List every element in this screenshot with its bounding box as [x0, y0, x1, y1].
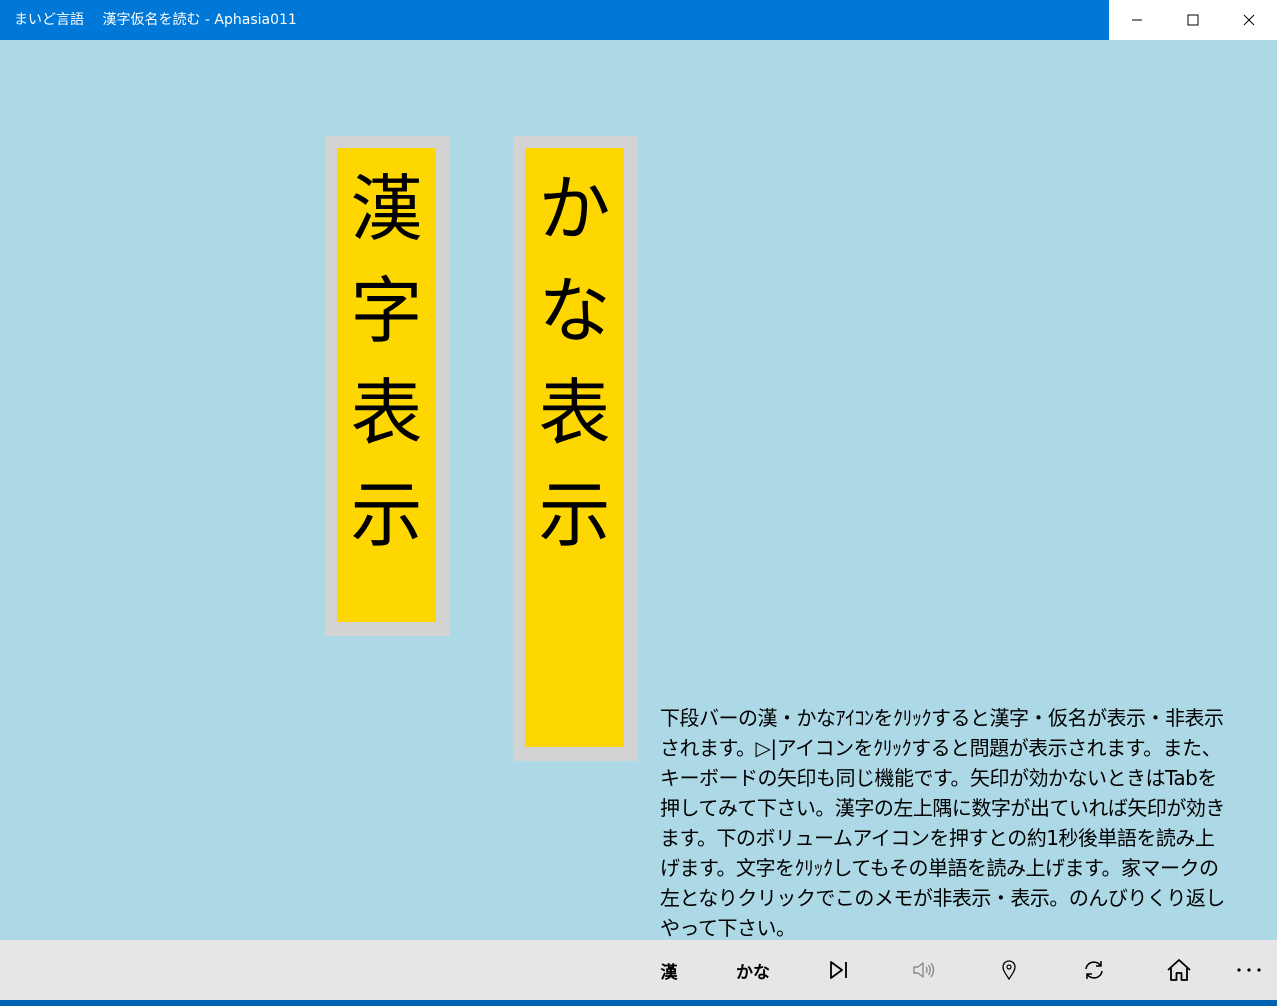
kanji-toggle-label: 漢	[660, 962, 678, 983]
kanji-card[interactable]: 漢 字 表 示	[325, 136, 450, 636]
minimize-icon	[1132, 19, 1142, 21]
bottom-app-bar: 漢 かな	[0, 940, 1277, 1000]
kana-card[interactable]: か な 表 示	[513, 136, 638, 761]
kana-card-char: 示	[538, 473, 611, 557]
more-button[interactable]	[1226, 940, 1272, 1000]
home-button[interactable]	[1150, 940, 1208, 1000]
minimize-button[interactable]	[1109, 0, 1165, 40]
close-button[interactable]	[1221, 0, 1277, 40]
kanji-card-char: 字	[350, 269, 423, 353]
app-window: まいど言語 漢字仮名を読む - Aphasia011 漢 字 表 示 か な 表…	[0, 0, 1277, 1006]
kana-card-face[interactable]: か な 表 示	[525, 148, 624, 747]
maximize-button[interactable]	[1165, 0, 1221, 40]
title-bar[interactable]: まいど言語 漢字仮名を読む - Aphasia011	[0, 0, 1277, 40]
kanji-card-char: 漢	[350, 167, 423, 251]
kana-card-char: か	[538, 167, 611, 251]
more-icon	[1237, 968, 1261, 972]
close-icon	[1243, 14, 1255, 26]
volume-button[interactable]	[894, 940, 952, 1000]
kanji-card-text[interactable]: 漢 字 表 示	[337, 158, 436, 566]
window-title: まいど言語 漢字仮名を読む - Aphasia011	[14, 12, 297, 28]
instruction-memo: 下段バーの漢・かなｱｲｺﾝをｸﾘｯｸすると漢字・仮名が表示・非表示されます。▷|…	[660, 706, 1225, 940]
kana-toggle-label: かな	[736, 962, 770, 983]
kanji-card-char: 示	[350, 473, 423, 557]
volume-icon	[913, 962, 935, 978]
refresh-icon	[1085, 961, 1103, 979]
kana-toggle-button[interactable]: かな	[720, 940, 786, 1000]
kana-card-char: 表	[538, 371, 611, 455]
maximize-icon	[1187, 14, 1199, 26]
next-icon	[830, 961, 847, 979]
kana-card-text[interactable]: か な 表 示	[525, 158, 624, 566]
kanji-card-face[interactable]: 漢 字 表 示	[337, 148, 436, 622]
location-button[interactable]	[980, 940, 1038, 1000]
map-pin-icon	[1002, 960, 1016, 981]
home-icon	[1167, 959, 1191, 981]
kanji-card-char: 表	[350, 371, 423, 455]
refresh-button[interactable]	[1065, 940, 1123, 1000]
kanji-toggle-button[interactable]: 漢	[640, 940, 698, 1000]
kana-card-char: な	[538, 269, 611, 353]
taskbar-edge	[0, 1000, 1277, 1006]
window-controls	[1109, 0, 1277, 40]
next-button[interactable]	[810, 940, 868, 1000]
